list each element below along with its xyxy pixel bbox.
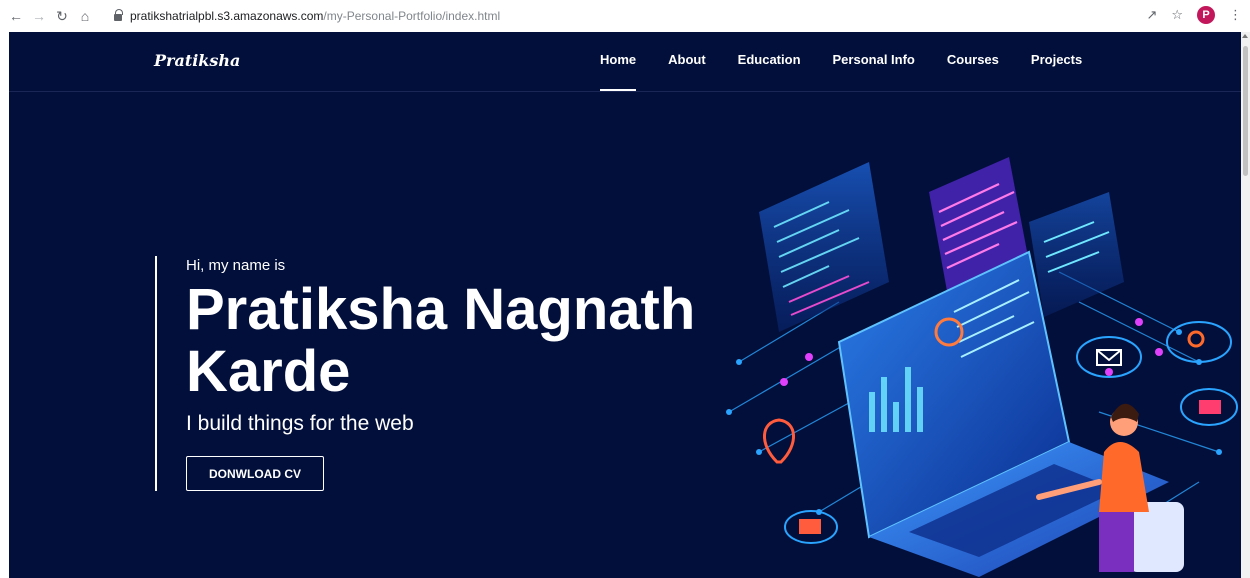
hero-accent-line: [155, 256, 157, 491]
download-cv-button[interactable]: DONWLOAD CV: [186, 456, 324, 491]
laptop-illustration: [726, 157, 1238, 577]
bookmark-star-icon[interactable]: ☆: [1171, 7, 1183, 23]
hero-greeting: Hi, my name is: [186, 257, 286, 274]
hero-name: Pratiksha Nagnath Karde: [186, 277, 696, 404]
forward-icon[interactable]: →: [29, 6, 49, 26]
url-path: /my-Personal-Portfolio/index.html: [323, 9, 501, 23]
url-host: pratikshatrialpbl.s3.amazonaws.com: [130, 9, 324, 23]
reload-icon[interactable]: ↻: [52, 6, 72, 26]
nav-about[interactable]: About: [668, 52, 706, 67]
page-viewport: Pratiksha Home About Education Personal …: [9, 32, 1241, 578]
hero-tagline: I build things for the web: [186, 412, 414, 435]
profile-avatar[interactable]: P: [1197, 6, 1215, 24]
main-nav: Home About Education Personal Info Cours…: [600, 52, 1114, 91]
back-icon[interactable]: ←: [6, 6, 26, 26]
nav-projects[interactable]: Projects: [1031, 52, 1082, 67]
scroll-thumb[interactable]: [1243, 46, 1248, 176]
share-icon[interactable]: ↗: [1146, 7, 1157, 23]
nav-home[interactable]: Home: [600, 52, 637, 91]
scroll-up-icon[interactable]: [1242, 34, 1248, 38]
page-scrollbar[interactable]: [1241, 32, 1250, 578]
kebab-menu-icon[interactable]: ⋮: [1229, 7, 1242, 23]
site-logo[interactable]: Pratiksha: [154, 51, 240, 70]
lock-icon[interactable]: [114, 8, 123, 21]
nav-education[interactable]: Education: [738, 52, 801, 67]
address-bar[interactable]: pratikshatrialpbl.s3.amazonaws.com/my-Pe…: [114, 5, 1128, 27]
nav-courses[interactable]: Courses: [947, 52, 999, 67]
home-icon[interactable]: ⌂: [75, 6, 95, 26]
site-header: Pratiksha Home About Education Personal …: [9, 32, 1241, 92]
browser-toolbar: ← → ↻ ⌂ pratikshatrialpbl.s3.amazonaws.c…: [0, 0, 1250, 32]
nav-personal-info[interactable]: Personal Info: [833, 52, 915, 67]
